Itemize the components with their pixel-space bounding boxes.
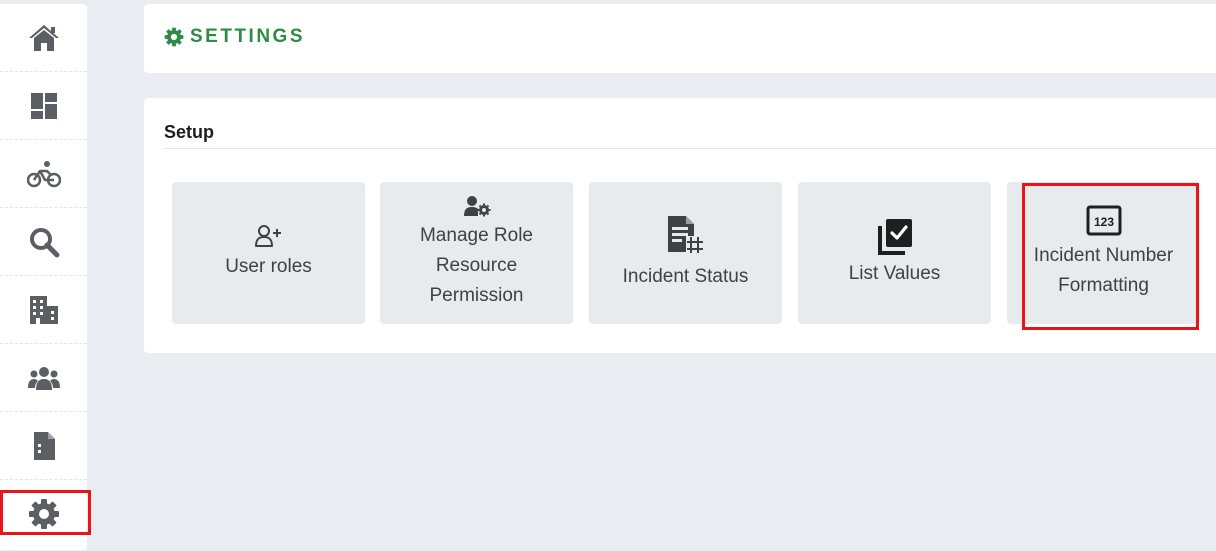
setup-title: Setup <box>164 122 215 142</box>
tile-label: Manage Role Resource Permission <box>419 225 534 306</box>
sidebar-item-building[interactable] <box>0 276 87 344</box>
checklist-icon <box>877 219 912 255</box>
bicycle-icon <box>26 160 61 187</box>
settings-header: SETTINGS <box>144 4 1216 73</box>
document-grid-icon <box>667 216 704 254</box>
tile-user-roles[interactable]: User roles <box>172 182 365 324</box>
sidebar <box>0 4 87 550</box>
tile-label: User roles <box>225 256 312 277</box>
user-plus-icon <box>254 225 281 247</box>
file-icon <box>33 431 55 460</box>
users-icon <box>27 366 60 390</box>
gear-icon <box>28 499 59 529</box>
sidebar-item-bicycle[interactable] <box>0 140 87 208</box>
user-gear-icon <box>463 196 490 217</box>
sidebar-item-settings[interactable] <box>0 480 87 548</box>
setup-panel: Setup User roles Manage Role Resource Pe… <box>144 98 1216 353</box>
sidebar-item-dashboard[interactable] <box>0 72 87 140</box>
page-title-text: SETTINGS <box>190 26 306 47</box>
tile-incident-status[interactable]: Incident Status <box>589 182 782 324</box>
tile-incident-number-formatting[interactable]: 123 Incident Number Formatting <box>1007 182 1200 324</box>
gear-icon <box>164 27 184 47</box>
tile-label: List Values <box>848 263 941 284</box>
dashboard-icon <box>30 92 57 119</box>
tile-label: Incident Status <box>622 266 749 287</box>
sidebar-item-users[interactable] <box>0 344 87 412</box>
setup-divider <box>164 148 1216 149</box>
tile-list-values[interactable]: List Values <box>798 182 991 324</box>
search-icon <box>29 227 59 257</box>
building-icon <box>29 295 58 324</box>
numbers-123-icon: 123 <box>1086 205 1121 236</box>
tile-manage-role-resource-permission[interactable]: Manage Role Resource Permission <box>380 182 573 324</box>
tile-label: Incident Number Formatting <box>1033 245 1174 296</box>
sidebar-item-file[interactable] <box>0 412 87 480</box>
svg-text:123: 123 <box>1093 215 1113 229</box>
sidebar-item-home[interactable] <box>0 4 87 72</box>
home-icon <box>28 24 59 51</box>
sidebar-item-search[interactable] <box>0 208 87 276</box>
page-title: SETTINGS <box>164 26 305 48</box>
